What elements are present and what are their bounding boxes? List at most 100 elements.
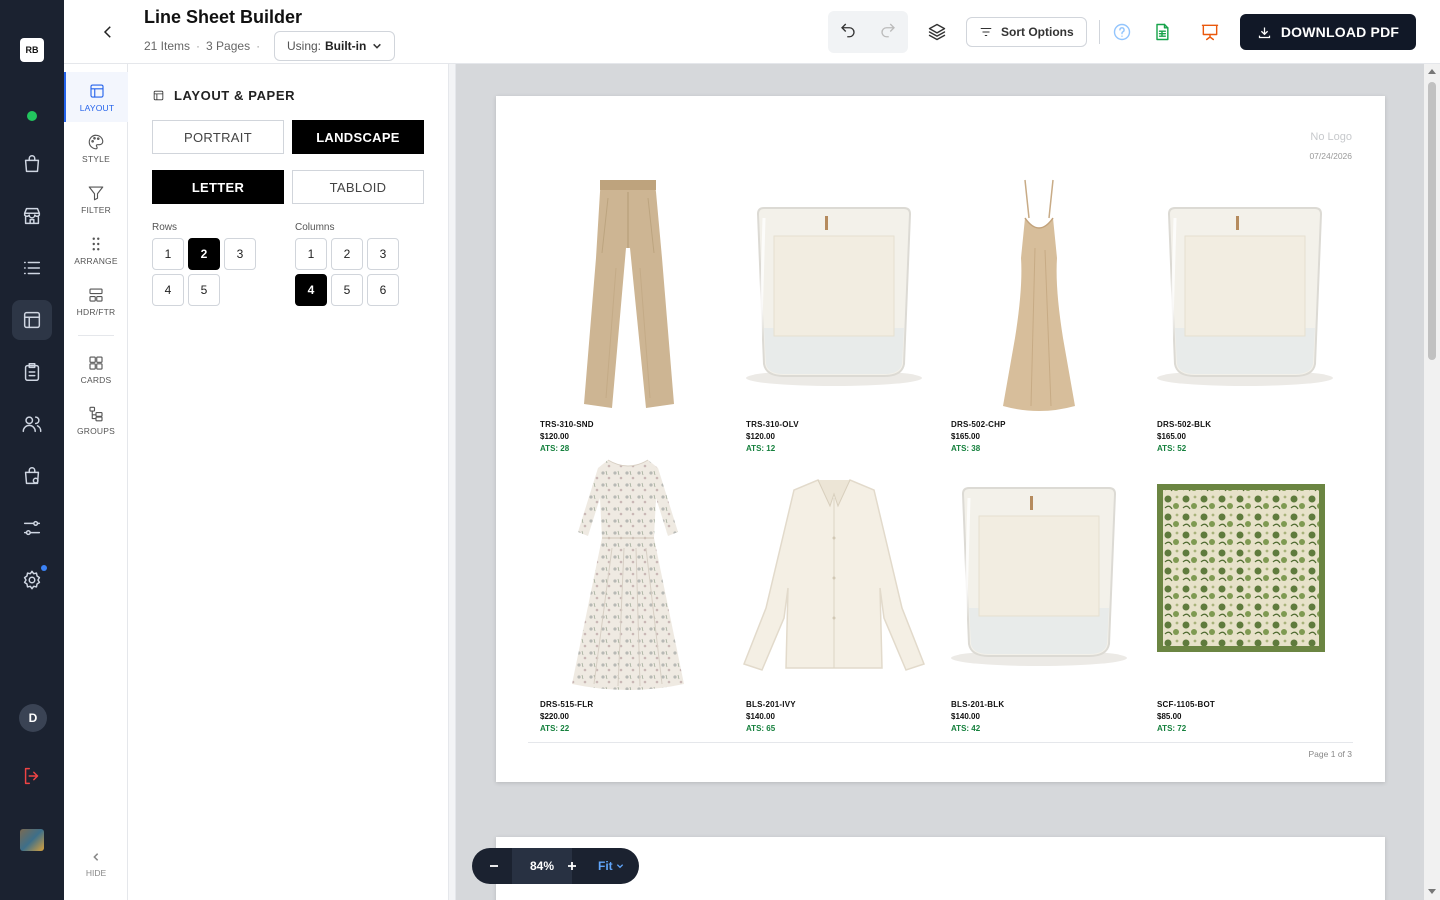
filter-icon	[88, 185, 104, 200]
gear-icon	[23, 570, 41, 590]
redo-icon	[881, 23, 895, 37]
product-card[interactable]: SCF-1105-BOT $85.00 ATS: 72	[1145, 458, 1345, 733]
cards-icon	[89, 355, 103, 370]
tool-style[interactable]: STYLE	[64, 123, 128, 173]
tool-label: HDR/FTR	[76, 306, 116, 317]
settings-nav[interactable]	[12, 560, 52, 600]
fit-dropdown[interactable]: Fit	[598, 848, 624, 884]
bag-settings-nav[interactable]	[12, 456, 52, 496]
product-image	[528, 458, 728, 696]
letter-option[interactable]: LETTER	[152, 170, 284, 204]
floral-dress-image	[572, 459, 684, 690]
app: RB D Line Sheet Builder 21 Items · 3 Pag…	[0, 0, 1440, 900]
line-sheet-page: No Logo 07/24/2026 TRS-310-SND $120.00 A…	[496, 96, 1385, 782]
history-group	[828, 11, 908, 53]
layout-icon	[153, 90, 164, 101]
download-pdf-button[interactable]: DOWNLOAD PDF	[1240, 14, 1416, 50]
adjustments-nav[interactable]	[12, 508, 52, 548]
rows-option-4[interactable]: 4	[152, 274, 184, 306]
tool-cards[interactable]: CARDS	[64, 344, 128, 394]
shopping-bag-icon	[24, 155, 40, 173]
columns-option-1[interactable]: 1	[295, 238, 327, 270]
product-ats: ATS: 12	[746, 444, 776, 453]
status-dot	[27, 111, 37, 121]
columns-option-2[interactable]: 2	[331, 238, 363, 270]
redo-button[interactable]	[879, 21, 897, 44]
bag-settings-icon	[24, 467, 40, 485]
product-card[interactable]: TRS-310-OLV $120.00 ATS: 12	[734, 178, 934, 453]
hide-panel-button[interactable]: HIDE	[64, 852, 128, 878]
product-card[interactable]: DRS-515-FLR $220.00 ATS: 22	[528, 458, 728, 733]
columns-option-5[interactable]: 5	[331, 274, 363, 306]
tabloid-option[interactable]: TABLOID	[292, 170, 424, 204]
list-nav[interactable]	[12, 248, 52, 288]
product-card[interactable]: TRS-310-SND $120.00 ATS: 28	[528, 178, 728, 453]
preview-scrollbar[interactable]	[1424, 64, 1440, 900]
landscape-option[interactable]: LANDSCAPE	[292, 120, 424, 154]
layers-button[interactable]	[923, 18, 951, 46]
back-button[interactable]	[94, 18, 122, 46]
portrait-option[interactable]: PORTRAIT	[152, 120, 284, 154]
clipboard-nav[interactable]	[12, 352, 52, 392]
page-title: Line Sheet Builder	[144, 7, 303, 27]
product-card[interactable]: BLS-201-IVY $140.00 ATS: 65	[734, 458, 934, 733]
users-nav[interactable]	[12, 404, 52, 444]
sort-options-label: Sort Options	[1001, 25, 1074, 39]
main-rail: RB D	[0, 0, 64, 900]
product-sku: DRS-502-CHP	[951, 420, 1006, 429]
product-sku: SCF-1105-BOT	[1157, 700, 1215, 709]
scroll-thumb[interactable]	[1428, 82, 1436, 360]
user-avatar[interactable]: D	[19, 704, 47, 732]
product-card[interactable]: DRS-502-CHP $165.00 ATS: 38	[939, 178, 1139, 453]
groups-icon	[89, 406, 103, 421]
rows-option-2[interactable]: 2	[188, 238, 220, 270]
hide-label: HIDE	[85, 868, 107, 878]
line-sheet-nav[interactable]	[12, 300, 52, 340]
profile-image[interactable]	[20, 829, 44, 851]
tool-arrange[interactable]: ARRANGE	[64, 225, 128, 275]
product-image	[734, 458, 934, 696]
product-card[interactable]: DRS-502-BLK $165.00 ATS: 52	[1145, 178, 1345, 453]
product-ats: ATS: 22	[540, 724, 570, 733]
undo-icon	[841, 23, 855, 37]
presentation-button[interactable]	[1196, 18, 1224, 46]
rows-option-1[interactable]: 1	[152, 238, 184, 270]
panel-resize-handle[interactable]	[448, 64, 456, 900]
product-card[interactable]: BLS-201-BLK $140.00 ATS: 42	[939, 458, 1139, 733]
tool-layout[interactable]: LAYOUT	[64, 72, 128, 122]
template-select[interactable]: Using: Built-in	[274, 31, 396, 61]
rows-option-5[interactable]: 5	[188, 274, 220, 306]
tool-groups[interactable]: GROUPS	[64, 395, 128, 445]
sheet-date: 07/24/2026	[1309, 151, 1352, 161]
scroll-up-arrow[interactable]	[1428, 69, 1436, 74]
product-price: $85.00	[1157, 712, 1182, 721]
product-image	[528, 178, 728, 416]
workspace-badge[interactable]: RB	[20, 38, 44, 62]
product-ats: ATS: 65	[746, 724, 776, 733]
tool-header-footer[interactable]: HDR/FTR	[64, 276, 128, 326]
tool-label: GROUPS	[76, 425, 116, 436]
sliders-icon	[23, 520, 41, 536]
product-sku: TRS-310-OLV	[746, 420, 799, 429]
zoom-out-button[interactable]	[484, 856, 504, 876]
columns-option-4[interactable]: 4	[295, 274, 327, 306]
orders-nav[interactable]	[12, 144, 52, 184]
rows-option-3[interactable]: 3	[224, 238, 256, 270]
store-nav[interactable]	[12, 196, 52, 236]
page-number: Page 1 of 3	[1308, 749, 1352, 759]
product-ats: ATS: 42	[951, 724, 981, 733]
columns-option-3[interactable]: 3	[367, 238, 399, 270]
export-sheet-button[interactable]	[1148, 18, 1176, 46]
help-button[interactable]	[1108, 18, 1136, 46]
columns-label: Columns	[295, 222, 335, 233]
sort-options-button[interactable]: Sort Options	[966, 17, 1087, 47]
tool-filter[interactable]: FILTER	[64, 174, 128, 224]
logout-icon	[24, 767, 39, 785]
scroll-down-arrow[interactable]	[1428, 889, 1436, 894]
product-price: $220.00	[540, 712, 569, 721]
pants-image	[584, 180, 674, 408]
undo-button[interactable]	[839, 21, 857, 44]
logout-button[interactable]	[12, 756, 52, 796]
columns-option-6[interactable]: 6	[367, 274, 399, 306]
zoom-in-button[interactable]	[562, 856, 582, 876]
